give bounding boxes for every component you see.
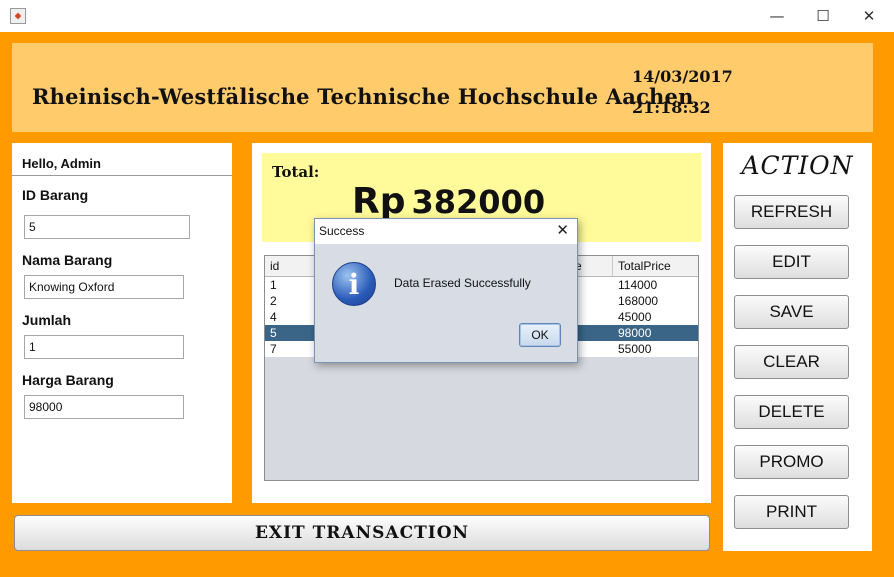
cell-id: 7 [270,342,277,356]
dialog-titlebar: Success ✕ [315,219,577,244]
harga-barang-input[interactable]: 98000 [24,395,184,419]
id-barang-label: ID Barang [22,187,89,203]
jumlah-input[interactable]: 1 [24,335,184,359]
print-button[interactable]: PRINT [734,495,849,529]
nama-barang-input[interactable]: Knowing Oxford [24,275,184,299]
time-display: 21:18:32 [632,98,711,117]
cell-id: 5 [270,326,277,340]
cell-totalprice: 55000 [618,342,652,356]
action-panel: ACTION REFRESH EDIT SAVE CLEAR DELETE PR… [723,143,872,551]
clear-button[interactable]: CLEAR [734,345,849,379]
exit-transaction-button[interactable]: EXIT TRANSACTION [14,515,710,551]
header-banner: Rheinisch-Westfälische Technische Hochsc… [12,43,873,132]
window-titlebar: — ☐ ✕ [0,0,894,32]
harga-barang-label: Harga Barang [22,372,114,388]
edit-button[interactable]: EDIT [734,245,849,279]
ok-button[interactable]: OK [519,323,561,347]
cell-id: 2 [270,294,277,308]
save-button[interactable]: SAVE [734,295,849,329]
dialog-close-icon[interactable]: ✕ [556,221,569,239]
cell-id: 1 [270,278,277,292]
greeting-label: Hello, Admin [22,156,101,171]
info-icon: i [332,262,376,306]
item-form-panel: Hello, Admin ID Barang 5 Nama Barang Kno… [12,143,232,503]
delete-button[interactable]: DELETE [734,395,849,429]
total-label: Total: [272,163,320,181]
dialog-body: i Data Erased Successfully OK [315,244,577,362]
action-title: ACTION [741,151,854,180]
column-header-totalprice[interactable]: TotalPrice [613,256,698,276]
cell-totalprice: 98000 [618,326,652,340]
date-display: 14/03/2017 [632,67,733,86]
java-app-icon [10,8,26,24]
cell-totalprice: 114000 [618,278,658,292]
currency-label: Rp [352,181,406,222]
minimize-button[interactable]: — [754,0,800,32]
divider [12,175,232,176]
school-name: Rheinisch-Westfälische Technische Hochsc… [32,84,694,109]
jumlah-label: Jumlah [22,312,72,328]
success-dialog: Success ✕ i Data Erased Successfully OK [314,218,578,363]
nama-barang-label: Nama Barang [22,252,113,268]
dialog-title: Success [319,224,365,238]
cell-totalprice: 168000 [618,294,659,308]
cell-id: 4 [270,310,277,324]
total-amount: Rp 382000 [352,181,545,222]
refresh-button[interactable]: REFRESH [734,195,849,229]
cell-totalprice: 45000 [618,310,652,324]
promo-button[interactable]: PROMO [734,445,849,479]
maximize-button[interactable]: ☐ [800,0,846,32]
close-window-button[interactable]: ✕ [846,0,892,32]
total-value: 382000 [411,183,546,221]
dialog-message: Data Erased Successfully [394,276,531,290]
id-barang-input[interactable]: 5 [24,215,190,239]
